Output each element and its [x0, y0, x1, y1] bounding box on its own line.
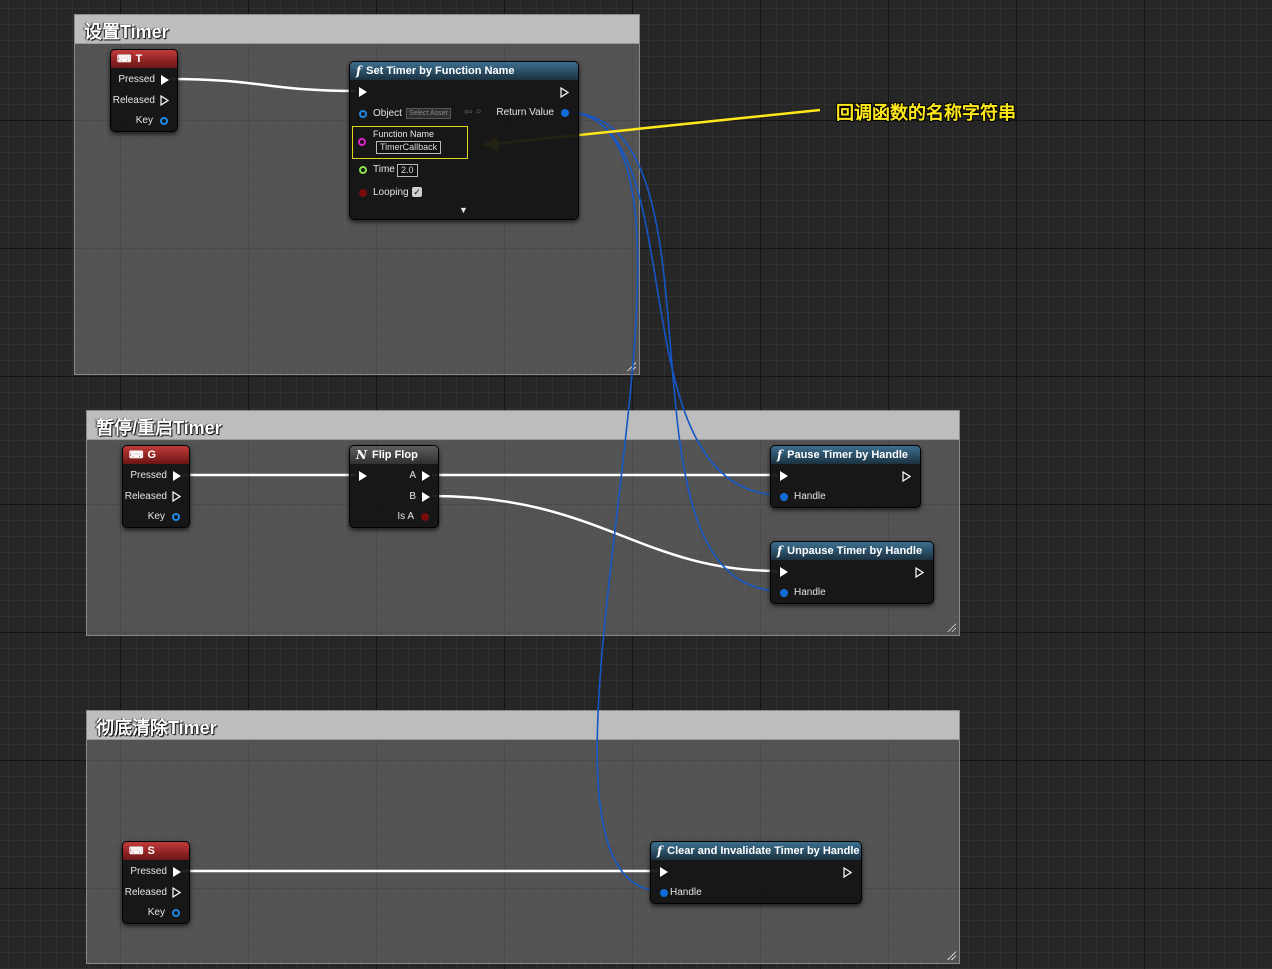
comment-box-clear[interactable]: 彻底清除Timer — [86, 710, 960, 964]
function-icon: f — [777, 544, 783, 558]
is-a-pin-label: Is A — [397, 511, 414, 522]
exec-input-pin[interactable] — [780, 567, 788, 577]
node-header[interactable]: ⌨ G — [123, 446, 189, 464]
select-asset-dropdown[interactable]: Select Asset — [406, 108, 451, 119]
key-pin-label: Key — [147, 907, 165, 918]
return-value-pin[interactable] — [561, 109, 569, 117]
node-title: Unpause Timer by Handle — [787, 545, 923, 557]
annotation-label: 回调函数的名称字符串 — [836, 103, 1016, 123]
keyboard-icon: ⌨ — [129, 449, 144, 461]
handle-pin-label: Handle — [794, 587, 826, 598]
looping-pin-label: Looping — [373, 187, 409, 198]
exec-input-pin[interactable] — [780, 471, 788, 481]
released-pin-label: Released — [112, 95, 155, 106]
pressed-exec-pin[interactable] — [161, 75, 169, 85]
key-event-node-g[interactable]: ⌨ G Pressed Released Key — [122, 445, 190, 528]
use-asset-arrow-icon[interactable]: ⇦ — [464, 107, 472, 118]
looping-input-pin[interactable] — [359, 189, 367, 197]
function-icon: f — [777, 448, 783, 462]
set-timer-by-function-name-node[interactable]: f Set Timer by Function Name Object Sele… — [349, 61, 579, 220]
node-title: T — [135, 53, 143, 65]
key-event-node-t[interactable]: ⌨ T Pressed Released Key — [110, 49, 178, 132]
b-pin-label: B — [409, 491, 416, 502]
handle-input-pin[interactable] — [780, 493, 788, 501]
key-pin-label: Key — [147, 511, 165, 522]
time-pin-label: Time — [373, 164, 395, 175]
node-header[interactable]: f Set Timer by Function Name — [350, 62, 578, 80]
exec-input-pin[interactable] — [660, 867, 668, 877]
time-input[interactable]: 2.0 — [397, 164, 418, 177]
function-name-input-pin[interactable] — [358, 138, 366, 146]
node-title: S — [147, 845, 155, 857]
pressed-exec-pin[interactable] — [173, 471, 181, 481]
pressed-pin-label: Pressed — [130, 470, 167, 481]
node-header[interactable]: f Unpause Timer by Handle — [771, 542, 933, 560]
node-title: Pause Timer by Handle — [787, 449, 909, 461]
a-pin-label: A — [409, 470, 416, 481]
key-pin-label: Key — [135, 115, 153, 126]
function-icon: f — [657, 844, 663, 858]
a-exec-pin[interactable] — [422, 471, 430, 481]
keyboard-icon: ⌨ — [129, 845, 144, 857]
clear-and-invalidate-timer-node[interactable]: f Clear and Invalidate Timer by Handle H… — [650, 841, 862, 904]
resize-handle-icon[interactable] — [626, 361, 636, 371]
node-title: Flip Flop — [371, 449, 418, 461]
unpause-timer-by-handle-node[interactable]: f Unpause Timer by Handle Handle — [770, 541, 934, 604]
resize-handle-icon[interactable] — [946, 950, 956, 960]
pressed-pin-label: Pressed — [130, 866, 167, 877]
handle-pin-label: Handle — [670, 887, 702, 898]
resize-handle-icon[interactable] — [946, 622, 956, 632]
pause-timer-by-handle-node[interactable]: f Pause Timer by Handle Handle — [770, 445, 921, 508]
key-output-pin[interactable] — [160, 117, 168, 125]
object-pin-label: Object — [373, 108, 402, 119]
looping-checkbox[interactable]: ✓ — [412, 187, 422, 197]
comment-title: 彻底清除Timer — [96, 718, 217, 738]
released-pin-label: Released — [124, 491, 167, 502]
return-value-label: Return Value — [496, 107, 554, 118]
node-title: G — [147, 449, 156, 461]
function-name-input[interactable]: TimerCallback — [376, 141, 442, 154]
comment-header[interactable] — [87, 711, 959, 740]
function-name-label: Function Name — [373, 129, 435, 139]
node-title: Set Timer by Function Name — [366, 65, 515, 77]
node-header[interactable]: ⌨ T — [111, 50, 177, 68]
comment-title: 设置Timer — [84, 22, 169, 42]
time-input-pin[interactable] — [359, 166, 367, 174]
node-header[interactable]: N Flip Flop — [350, 446, 438, 464]
flip-flop-node[interactable]: N Flip Flop A B Is A — [349, 445, 439, 528]
expand-advanced-icon[interactable]: ▼ — [459, 205, 468, 215]
macro-icon: N — [356, 448, 367, 462]
released-pin-label: Released — [124, 887, 167, 898]
comment-title: 暂停/重启Timer — [96, 418, 222, 438]
exec-input-pin[interactable] — [359, 471, 367, 481]
exec-output-pin[interactable] — [843, 867, 852, 878]
b-exec-pin[interactable] — [422, 492, 430, 502]
pressed-pin-label: Pressed — [118, 74, 155, 85]
key-output-pin[interactable] — [172, 909, 180, 917]
key-output-pin[interactable] — [172, 513, 180, 521]
exec-output-pin[interactable] — [902, 471, 911, 482]
exec-output-pin[interactable] — [915, 567, 924, 578]
released-exec-pin[interactable] — [160, 95, 169, 106]
node-header[interactable]: ⌨ S — [123, 842, 189, 860]
node-header[interactable]: f Pause Timer by Handle — [771, 446, 920, 464]
handle-input-pin[interactable] — [660, 889, 668, 897]
exec-input-pin[interactable] — [359, 87, 367, 97]
object-input-pin[interactable] — [359, 110, 367, 118]
browse-search-icon[interactable]: ⌕ — [476, 106, 482, 117]
keyboard-icon: ⌨ — [117, 53, 132, 65]
handle-pin-label: Handle — [794, 491, 826, 502]
node-title: Clear and Invalidate Timer by Handle — [667, 845, 860, 857]
is-a-output-pin[interactable] — [421, 513, 429, 521]
released-exec-pin[interactable] — [172, 887, 181, 898]
released-exec-pin[interactable] — [172, 491, 181, 502]
exec-output-pin[interactable] — [560, 87, 569, 98]
function-icon: f — [356, 64, 362, 78]
handle-input-pin[interactable] — [780, 589, 788, 597]
node-header[interactable]: f Clear and Invalidate Timer by Handle — [651, 842, 861, 860]
pressed-exec-pin[interactable] — [173, 867, 181, 877]
key-event-node-s[interactable]: ⌨ S Pressed Released Key — [122, 841, 190, 924]
